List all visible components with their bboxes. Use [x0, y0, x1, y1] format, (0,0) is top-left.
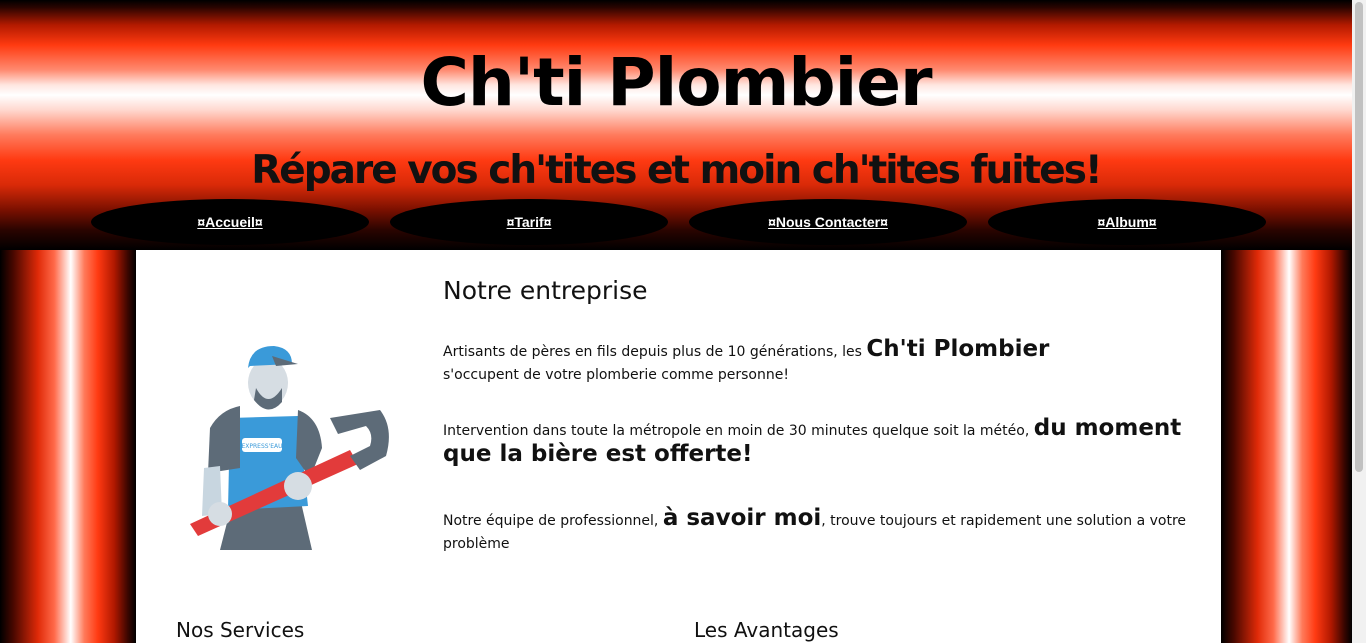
badge-text: EXPRESS'EAU [241, 443, 282, 450]
nav-item-tarif[interactable]: ¤Tarif¤ [390, 199, 668, 245]
nav-item-nous-contacter[interactable]: ¤Nous Contacter¤ [689, 199, 967, 245]
services-title: Nos Services [176, 618, 305, 642]
scrollbar-thumb[interactable] [1355, 2, 1363, 472]
page: Ch'ti Plombier Répare vos ch'tites et mo… [0, 0, 1352, 643]
advantages-title: Les Avantages [694, 618, 839, 642]
right-decor-column [1221, 250, 1352, 643]
section-title-entreprise: Notre entreprise [443, 276, 648, 305]
paragraph-text: s'occupent de votre plomberie comme pers… [443, 367, 789, 383]
paragraph-text: Intervention dans toute la métropole en … [443, 423, 1034, 439]
left-decor-column [0, 250, 136, 643]
nav-item-album[interactable]: ¤Album¤ [988, 199, 1266, 245]
main-nav: ¤Accueil¤ ¤Tarif¤ ¤Nous Contacter¤ ¤Albu… [0, 199, 1352, 245]
paragraph-equipe: Notre équipe de professionnel, à savoir … [443, 507, 1201, 556]
paragraph-text: Artisants de pères en fils depuis plus d… [443, 344, 867, 360]
nav-item-accueil[interactable]: ¤Accueil¤ [91, 199, 369, 245]
emphasis-text: Ch'ti Plombier [866, 336, 1050, 362]
paragraph-intervention: Intervention dans toute la métropole en … [443, 417, 1201, 469]
plumber-illustration: EXPRESS'EAU [190, 346, 389, 550]
paragraph-intro: Artisants de pères en fils depuis plus d… [443, 338, 1201, 387]
paragraph-text: Notre équipe de professionnel, [443, 513, 663, 529]
emphasis-text: à savoir moi [662, 505, 822, 531]
site-header: Ch'ti Plombier Répare vos ch'tites et mo… [0, 0, 1352, 250]
vertical-scrollbar[interactable] [1352, 0, 1366, 643]
main-content: EXPRESS'EAU Notre entreprise Artisants d… [136, 250, 1221, 643]
site-title: Ch'ti Plombier [420, 44, 932, 121]
site-tagline: Répare vos ch'tites et moin ch'tites fui… [251, 148, 1102, 193]
